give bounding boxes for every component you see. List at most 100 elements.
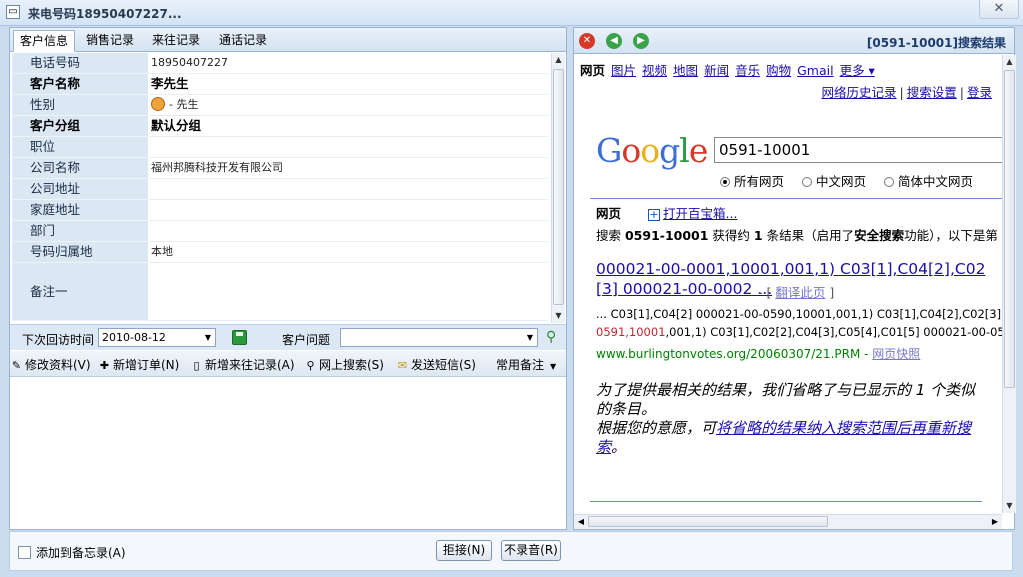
field-value[interactable] xyxy=(148,200,548,221)
sign-in-link[interactable]: 登录 xyxy=(967,85,992,100)
scroll-up-arrow[interactable]: ▲ xyxy=(552,53,565,67)
chevron-down-icon[interactable]: ▼ xyxy=(201,329,215,346)
google-nav: 网页 图片 视频 地图 新闻 音乐 购物 Gmail 更多 ▾ xyxy=(580,60,881,79)
send-sms-button[interactable]: ✉ 发送短信(S) xyxy=(396,356,476,373)
result-title-link-line2[interactable]: [3] 000021-00-0002 ... xyxy=(596,279,772,299)
web-search-button[interactable]: ⚲ 网上搜索(S) xyxy=(304,356,384,373)
field-value[interactable]: 18950407227 xyxy=(148,53,548,74)
field-value[interactable]: 李先生 xyxy=(148,74,548,95)
search-settings-link[interactable]: 搜索设置 xyxy=(907,85,957,100)
scroll-thumb[interactable] xyxy=(588,516,828,527)
field-value[interactable] xyxy=(148,137,548,158)
web-history-link[interactable]: 网络历史记录 xyxy=(822,85,897,100)
translate-prefix: - [ xyxy=(758,285,776,300)
results-stats: 搜索 0591-10001 获得约 1 条结果（启用了安全搜索功能），以下是第 xyxy=(596,225,998,244)
safe-search-text: 安全搜索 xyxy=(854,228,905,243)
followup-bar: 下次回访时间 2010-08-12 ▼ 客户问题 ▼ ⚲ xyxy=(10,324,566,350)
field-row: 家庭地址 xyxy=(10,200,550,221)
radio-simplified-chinese[interactable]: 简体中文网页 xyxy=(884,174,973,189)
search-results-title: [0591-10001]搜索结果 xyxy=(866,36,1006,50)
search-scope-radios: 所有网页 中文网页 简体中文网页 xyxy=(720,171,987,190)
forward-arrow-icon[interactable]: ▶ xyxy=(633,33,649,49)
tab-contact-records[interactable]: 来往记录 xyxy=(146,30,206,52)
scroll-thumb[interactable] xyxy=(553,69,564,305)
customer-toolbar: ✎ 修改资料(V) ✚ 新增订单(N) ▯ 新增来往记录(A) ⚲ 网上搜索(S) ✉ 发… xyxy=(10,351,566,377)
nav-gmail[interactable]: Gmail xyxy=(797,63,833,78)
back-arrow-icon[interactable]: ◀ xyxy=(606,33,622,49)
field-row: 公司名称 福州邦腾科技开发有限公司 xyxy=(10,158,550,179)
window-menu-icon[interactable]: ▭ xyxy=(6,5,20,19)
toolbox-link[interactable]: + 打开百宝箱... xyxy=(648,203,737,222)
window-titlebar: ▭ 来电号码18950407227... ✕ xyxy=(0,0,1023,26)
scroll-thumb[interactable] xyxy=(1004,70,1015,388)
footer-divider xyxy=(590,501,982,502)
translate-page-link[interactable]: 翻译此页 xyxy=(775,285,825,300)
common-notes-button[interactable]: 常用备注 ▼ xyxy=(496,356,556,373)
scroll-up-arrow[interactable]: ▲ xyxy=(1003,55,1016,69)
field-value[interactable] xyxy=(148,221,548,242)
radio-selected-icon xyxy=(720,177,730,187)
stop-icon[interactable]: ✕ xyxy=(579,33,595,49)
notes-textarea[interactable] xyxy=(10,378,566,529)
radio-all-pages[interactable]: 所有网页 xyxy=(720,174,784,189)
field-value[interactable] xyxy=(148,179,548,200)
result-url: www.burlingtonvotes.org/20060307/21.PRM … xyxy=(596,345,920,362)
nav-images[interactable]: 图片 xyxy=(611,63,636,78)
new-order-button[interactable]: ✚ 新增订单(N) xyxy=(98,356,179,373)
save-icon[interactable] xyxy=(232,330,247,345)
window-close-button[interactable]: ✕ xyxy=(979,0,1019,19)
reject-call-button[interactable]: 拒接(N) xyxy=(436,540,492,561)
info-vertical-scrollbar[interactable]: ▲ ▼ xyxy=(551,53,565,323)
url-separator: - xyxy=(860,347,873,361)
nav-video[interactable]: 视频 xyxy=(642,63,667,78)
add-to-memo-label[interactable]: 添加到备忘录(A) xyxy=(36,544,126,561)
omitted-line1: 为了提供最相关的结果，我们省略了与已显示的 1 个类似的条目。 xyxy=(596,381,976,418)
result-snippet: 0591,10001,001,1) C03[1],C02[2],C04[3],C… xyxy=(596,323,1002,341)
search-results-header: ✕ ◀ ▶ [0591-10001]搜索结果 xyxy=(574,28,1014,54)
nav-more[interactable]: 更多 ▾ xyxy=(840,63,875,78)
nav-music[interactable]: 音乐 xyxy=(735,63,760,78)
browser-vertical-scrollbar[interactable]: ▲ ▼ xyxy=(1002,55,1016,513)
nav-news[interactable]: 新闻 xyxy=(704,63,729,78)
scroll-right-arrow[interactable]: ▶ xyxy=(988,515,1002,529)
scroll-down-arrow[interactable]: ▼ xyxy=(1003,499,1016,513)
field-row: 部门 xyxy=(10,221,550,242)
result-snippet: ... C03[1],C04[2] 000021-00-0590,10001,0… xyxy=(596,307,1002,321)
field-value[interactable] xyxy=(148,263,548,321)
chevron-down-icon[interactable]: ▼ xyxy=(523,329,537,346)
field-label: 公司地址 xyxy=(12,179,148,200)
cached-page-link[interactable]: 网页快照 xyxy=(872,347,920,361)
field-row: 职位 xyxy=(10,137,550,158)
stats-count: 1 xyxy=(753,228,763,243)
results-section-title: 网页 xyxy=(596,206,622,221)
result-title-link[interactable]: 000021-00-0001,10001,001,1) C03[1],C04[2… xyxy=(596,259,985,279)
search-icon[interactable]: ⚲ xyxy=(546,329,556,345)
field-value[interactable]: 本地 xyxy=(148,242,548,263)
field-label: 公司名称 xyxy=(12,158,148,179)
no-record-button[interactable]: 不录音(R) xyxy=(501,540,561,561)
translate-link: - [ 翻译此页 ] xyxy=(758,282,834,301)
field-value[interactable]: 福州邦腾科技开发有限公司 xyxy=(148,158,548,179)
customer-question-select[interactable]: ▼ xyxy=(340,328,538,347)
nav-shopping[interactable]: 购物 xyxy=(766,63,791,78)
field-value[interactable]: - 先生 xyxy=(148,95,548,116)
scroll-left-arrow[interactable]: ◀ xyxy=(574,515,588,529)
tab-call-records[interactable]: 通话记录 xyxy=(213,30,273,52)
google-search-input[interactable]: 0591-10001 xyxy=(714,137,1002,163)
separator: | xyxy=(959,85,964,100)
scroll-down-arrow[interactable]: ▼ xyxy=(552,309,565,323)
edit-profile-button[interactable]: ✎ 修改资料(V) xyxy=(10,356,91,373)
gender-value: - 先生 xyxy=(169,98,199,111)
radio-chinese-pages[interactable]: 中文网页 xyxy=(802,174,866,189)
next-visit-date-picker[interactable]: 2010-08-12 ▼ xyxy=(98,328,216,347)
browser-horizontal-scrollbar[interactable]: ◀ ▶ xyxy=(574,514,1002,529)
add-to-memo-checkbox[interactable] xyxy=(18,546,31,559)
nav-web[interactable]: 网页 xyxy=(580,63,605,78)
nav-maps[interactable]: 地图 xyxy=(673,63,698,78)
window-title: 来电号码18950407227... xyxy=(28,7,182,21)
new-contact-record-button[interactable]: ▯ 新增来往记录(A) xyxy=(190,356,294,373)
tab-sales-records[interactable]: 销售记录 xyxy=(80,30,140,52)
field-value[interactable]: 默认分组 xyxy=(148,116,548,137)
tab-customer-info[interactable]: 客户信息 xyxy=(13,30,76,52)
radio-label: 中文网页 xyxy=(816,174,867,189)
